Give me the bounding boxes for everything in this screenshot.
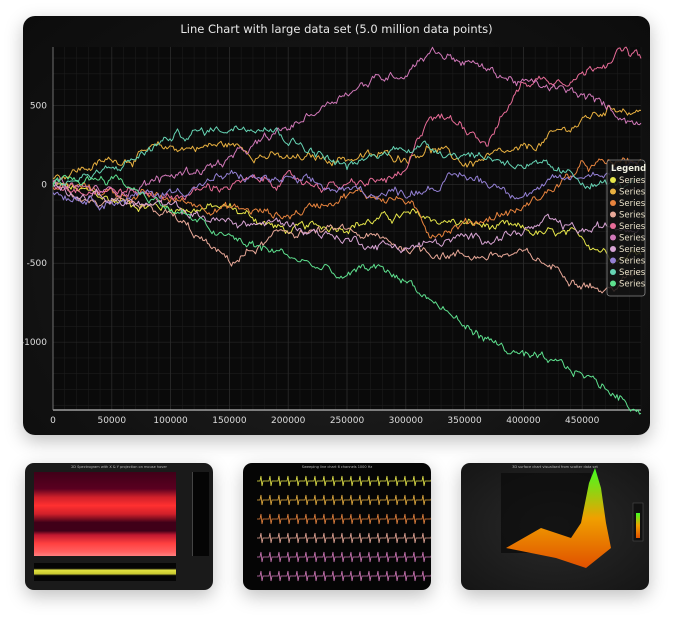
legend-item-label[interactable]: Series	[619, 257, 646, 267]
legend-marker	[610, 200, 616, 206]
thumbnail-3d-surface[interactable]: 3D surface chart visualised from scatter…	[461, 463, 649, 590]
legend-marker	[610, 257, 616, 264]
x-tick-label: 50000	[97, 416, 126, 426]
legend-item-label[interactable]: Series	[619, 222, 646, 232]
x-tick-label: 450000	[565, 416, 600, 426]
x-tick-label: 250000	[330, 416, 365, 426]
main-chart-card[interactable]: Line Chart with large data set (5.0 mill…	[23, 16, 650, 435]
legend-marker	[610, 269, 616, 275]
ecg-channel-line	[257, 570, 431, 582]
spectrogram-plot	[34, 472, 176, 556]
legend-item-label[interactable]: Series	[619, 280, 646, 290]
legend-item-label[interactable]: Series	[619, 199, 646, 209]
y-tick-label: -500	[27, 259, 48, 269]
y-tick-label: 500	[30, 101, 47, 111]
x-tick-label: 200000	[271, 416, 306, 426]
y-projection-plot	[192, 472, 209, 556]
x-tick-label: 100000	[153, 416, 188, 426]
sweeping-line-plot	[257, 475, 431, 582]
ecg-channel-line	[257, 551, 431, 563]
legend-item-label[interactable]: Series	[619, 234, 646, 244]
x-projection-plot	[34, 563, 176, 581]
legend-marker	[610, 234, 616, 241]
x-tick-label: 300000	[389, 416, 424, 426]
thumbnail-spectrogram[interactable]: 2D Spectrogram with X & Y projection on …	[25, 463, 213, 590]
ecg-channel-line	[257, 513, 431, 525]
ecg-channel-line	[257, 475, 431, 487]
ecg-channel-line	[257, 532, 431, 544]
legend-marker	[610, 280, 616, 287]
legend-item-label[interactable]: Series	[619, 245, 646, 255]
y-tick-label: 0	[41, 180, 47, 190]
line-chart[interactable]: 0 50000 100000 150000 200000 250000 300000 3500…	[23, 16, 650, 435]
x-tick-label: 400000	[506, 416, 541, 426]
legend-marker	[610, 211, 616, 218]
legend[interactable]: LegendSeriesSeriesSeriesSeriesSeriesSeri…	[606, 159, 646, 297]
legend-marker	[610, 246, 616, 252]
legend-item-label[interactable]: Series	[619, 176, 646, 186]
legend-marker	[610, 177, 616, 183]
legend-item-label[interactable]: Series	[619, 211, 646, 221]
thumbnail-title: 2D Spectrogram with X & Y projection on …	[71, 465, 167, 469]
legend-item-label[interactable]: Series	[619, 268, 646, 278]
legend-marker	[610, 188, 616, 195]
thumbnail-sweeping-line[interactable]: Sweeping line chart 6 channels 1000 Hz	[243, 463, 431, 590]
y-tick-label: -1000	[23, 338, 47, 348]
legend-title: Legend	[611, 164, 646, 174]
legend-marker	[610, 223, 616, 229]
ecg-channel-line	[257, 494, 431, 506]
legend-item-label[interactable]: Series	[619, 188, 646, 198]
x-tick-label: 150000	[212, 416, 247, 426]
x-tick-label: 0	[50, 416, 56, 426]
x-tick-label: 350000	[447, 416, 482, 426]
surface-plot	[501, 468, 644, 568]
